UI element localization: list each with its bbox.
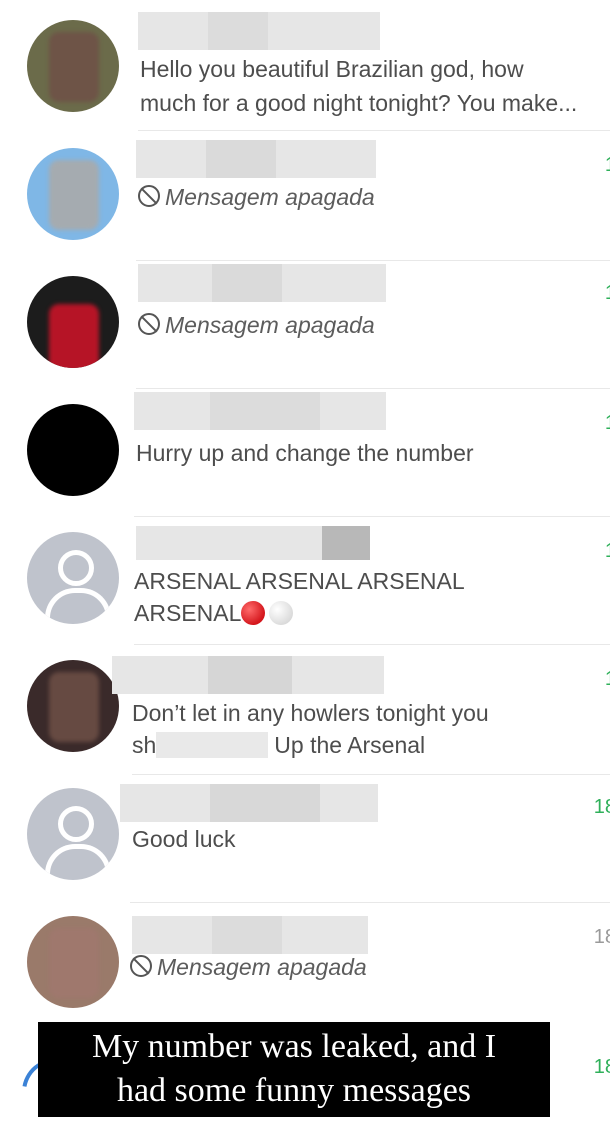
contact-name-redacted [132, 916, 368, 954]
contact-name-redacted [138, 264, 386, 302]
deleted-icon [130, 955, 152, 977]
default-avatar-icon[interactable] [27, 788, 119, 880]
deleted-message: Mensagem apagada [138, 182, 375, 212]
message-preview: Hurry up and change the number [136, 440, 474, 466]
timestamp: 1 [605, 540, 610, 563]
deleted-icon [138, 313, 160, 335]
timestamp: 18 [593, 796, 610, 818]
story-caption: My number was leaked, and I had some fun… [38, 1022, 550, 1117]
chat-row[interactable]: Mensagem apagada 1 [0, 130, 610, 261]
chat-row[interactable]: Don’t let in any howlers tonight you sh U… [0, 646, 610, 775]
chat-row[interactable]: Good luck 18 [0, 774, 610, 903]
timestamp: 1 [605, 668, 610, 691]
contact-name-redacted [138, 12, 380, 50]
message-preview-line2: much for a good night tonight? You make.… [140, 90, 578, 116]
chat-row[interactable]: ARSENAL ARSENAL ARSENAL ARSENAL 1 [0, 518, 610, 646]
contact-avatar[interactable] [27, 148, 119, 240]
message-preview-line2: ARSENAL [134, 598, 294, 628]
message-preview: ARSENAL ARSENAL ARSENAL [134, 568, 465, 594]
contact-name-redacted [112, 656, 384, 694]
deleted-message: Mensagem apagada [130, 952, 367, 982]
red-circle-emoji [241, 601, 266, 625]
contact-name-redacted [136, 526, 370, 560]
timestamp: 1 [605, 412, 610, 435]
default-avatar-icon[interactable] [27, 532, 119, 624]
contact-avatar[interactable] [27, 404, 119, 496]
timestamp: 18 [593, 1056, 610, 1078]
white-circle-emoji [269, 601, 294, 625]
timestamp: 1 [605, 154, 610, 177]
contact-avatar[interactable] [27, 20, 119, 112]
message-preview-line2: sh Up the Arsenal [132, 732, 426, 758]
contact-avatar[interactable] [27, 916, 119, 1008]
contact-name-redacted [120, 784, 378, 822]
contact-avatar[interactable] [27, 276, 119, 368]
chat-row[interactable]: Mensagem apagada 18 [0, 902, 610, 1030]
chat-row[interactable]: Mensagem apagada 1 [0, 260, 610, 389]
contact-avatar[interactable] [27, 660, 119, 752]
caption-line-2: had some funny messages [116, 1072, 472, 1109]
deleted-icon [138, 185, 160, 207]
chat-row[interactable]: Hurry up and change the number 1 [0, 390, 610, 518]
contact-name-redacted [136, 140, 376, 178]
chat-list: Hello you beautiful Brazilian god, how m… [0, 0, 610, 1114]
timestamp: 18 [593, 926, 610, 948]
deleted-message: Mensagem apagada [138, 310, 375, 340]
message-preview: Don’t let in any howlers tonight you [132, 700, 489, 726]
message-preview: Good luck [132, 826, 236, 852]
timestamp: 1 [605, 282, 610, 305]
caption-line-1: My number was leaked, and I [91, 1028, 497, 1065]
contact-name-redacted [134, 392, 386, 430]
message-preview: Hello you beautiful Brazilian god, how [140, 56, 524, 82]
chat-row[interactable]: Hello you beautiful Brazilian god, how m… [0, 0, 610, 131]
